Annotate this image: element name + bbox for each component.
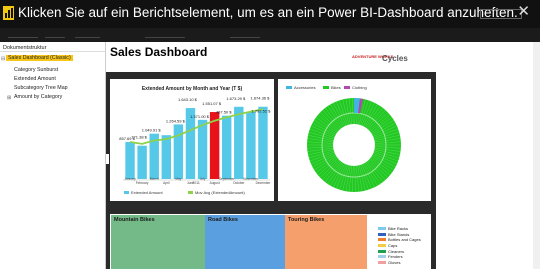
x-tick-label: April xyxy=(163,181,170,185)
expand-icon[interactable]: ⊞ xyxy=(7,95,11,101)
tile-label: Touring Bikes xyxy=(288,217,325,223)
bar-chart-panel[interactable]: Extended Amount by Month and Year (T $) … xyxy=(110,79,274,201)
bar-february[interactable] xyxy=(137,145,147,179)
report-toolbar xyxy=(0,28,540,42)
year-label: 2011 xyxy=(192,181,200,185)
vertical-scrollbar[interactable] xyxy=(533,42,540,269)
legend-label-bikes: Bikes xyxy=(331,85,341,90)
bar-november[interactable] xyxy=(246,111,256,179)
x-tick-label: February xyxy=(136,181,149,185)
legend-item: Gloves xyxy=(378,260,430,266)
report-right-margin xyxy=(436,42,540,269)
x-tick-label: October xyxy=(233,181,245,185)
banner-title: Klicken Sie auf ein Berichtselement, um … xyxy=(18,5,518,20)
legend-label: Bike Stands xyxy=(388,231,410,237)
legend-swatch xyxy=(378,232,386,236)
toolbar-control xyxy=(75,32,100,38)
toolbar-control xyxy=(45,32,65,38)
report-area: Sales Dashboard ADVENTURE WORKS Cycles E… xyxy=(106,42,540,269)
donut-hole xyxy=(333,124,375,166)
x-tick-label: December xyxy=(256,181,272,185)
legend-swatch xyxy=(378,260,386,264)
document-map-heading: Dokumentstruktur xyxy=(0,42,105,52)
x-tick-label: July xyxy=(200,177,206,181)
treemap-legend: Bike Racks Bike Stands Bottles and Cages Ca… xyxy=(378,226,430,265)
legend-swatch xyxy=(378,227,386,231)
donut-chart-panel[interactable]: Accessories Bikes Clothing xyxy=(278,79,431,201)
bar-july[interactable] xyxy=(197,119,208,179)
legend-swatch-accessories xyxy=(286,86,292,89)
bar-april[interactable] xyxy=(161,135,172,179)
tree-item-amount-by-category[interactable]: Amount by Category xyxy=(14,94,62,100)
legend-swatch xyxy=(378,255,386,259)
data-label: 1.674.36 $ xyxy=(251,96,271,101)
toolbar-control xyxy=(8,32,38,38)
legend-swatch-mov-avg xyxy=(188,191,193,194)
treemap-tile-touring-bikes[interactable]: Touring Bikes xyxy=(285,215,367,269)
legend-swatch xyxy=(378,249,386,253)
legend-label: Bike Racks xyxy=(388,226,409,232)
data-label: 1.673.29 $ xyxy=(226,96,246,101)
top-banner: Klicken Sie auf ein Berichtselement, um … xyxy=(0,0,540,28)
donut-chart: Accessories Bikes Clothing xyxy=(286,85,401,192)
power-bi-logo-icon xyxy=(3,6,14,20)
data-label: 467.50 $ xyxy=(216,110,232,115)
panel-edge-marker xyxy=(106,154,109,164)
data-label: 1.792.52 $ xyxy=(252,109,272,114)
legend-swatch-bikes xyxy=(323,86,329,89)
tree-item-sales-dashboard[interactable]: Sales Dashboard (Classic) xyxy=(6,55,73,61)
data-label: 1.264.59 $ xyxy=(166,118,186,123)
background-button xyxy=(480,9,522,19)
legend-swatch-clothing xyxy=(344,86,350,89)
tree-item-subcategory-tree-map[interactable]: Subcategory Tree Map xyxy=(14,85,68,91)
close-icon[interactable]: ✕ xyxy=(517,2,530,20)
data-label: 1.643.10 $ xyxy=(178,97,198,102)
report-header: Sales Dashboard ADVENTURE WORKS Cycles xyxy=(106,42,436,72)
bar-september[interactable] xyxy=(221,115,232,179)
find-input xyxy=(230,32,260,38)
legend-label-accessories: Accessories xyxy=(294,85,316,90)
legend-label: Bottles and Cages xyxy=(388,237,421,243)
treemap-tile-road-bikes[interactable]: Road Bikes xyxy=(205,215,285,269)
legend-swatch xyxy=(378,244,386,248)
brand-logo-cycles: Cycles xyxy=(382,54,408,63)
legend-label-mov-avg: Mov Avg (ExtendedAmount) xyxy=(195,190,245,195)
legend-swatch-extended-amount xyxy=(124,191,129,194)
tree-item-category-sunburst[interactable]: Category Sunburst xyxy=(14,67,58,73)
bar-december[interactable] xyxy=(258,106,268,179)
legend-label: Fenders xyxy=(388,254,403,260)
legend-label: Caps xyxy=(388,243,398,249)
data-label: 1.371.00 $ xyxy=(190,114,210,119)
tree-item-extended-amount[interactable]: Extended Amount xyxy=(14,76,56,82)
data-label: 1.049.91 $ xyxy=(142,128,162,133)
legend-label-extended-amount: Extended Amount xyxy=(131,190,163,195)
data-label: 1.551.07 $ xyxy=(202,101,222,106)
tile-label: Road Bikes xyxy=(208,217,238,223)
x-tick-label: January xyxy=(124,177,136,181)
x-tick-label: August xyxy=(210,181,220,185)
legend-label: Cleaners xyxy=(388,248,405,254)
treemap-tile-mountain-bikes[interactable]: Mountain Bikes xyxy=(111,215,205,269)
x-tick-label: March xyxy=(150,177,159,181)
x-tick-label: May xyxy=(175,177,181,181)
bar-may[interactable] xyxy=(173,124,184,179)
bar-october[interactable] xyxy=(234,106,244,179)
data-label: 771.38 $ xyxy=(131,135,147,140)
report-title: Sales Dashboard xyxy=(110,45,208,59)
report-canvas: Sales Dashboard ADVENTURE WORKS Cycles E… xyxy=(106,42,436,269)
zoom-select xyxy=(145,32,185,38)
legend-label-clothing: Clothing xyxy=(352,85,367,90)
legend-label: Gloves xyxy=(388,259,401,265)
chart-title: Extended Amount by Month and Year (T $) xyxy=(142,86,243,92)
bar-january[interactable] xyxy=(125,141,135,179)
collapse-icon[interactable]: ⊟ xyxy=(1,56,5,62)
document-map: Dokumentstruktur ⊟ Sales Dashboard (Clas… xyxy=(0,42,106,269)
tile-label: Mountain Bikes xyxy=(114,217,155,223)
legend-swatch xyxy=(378,238,386,242)
treemap-panel[interactable]: Mountain Bikes Road Bikes Touring Bikes … xyxy=(110,214,431,269)
bar-chart: Extended Amount by Month and Year (T $) … xyxy=(119,86,272,195)
